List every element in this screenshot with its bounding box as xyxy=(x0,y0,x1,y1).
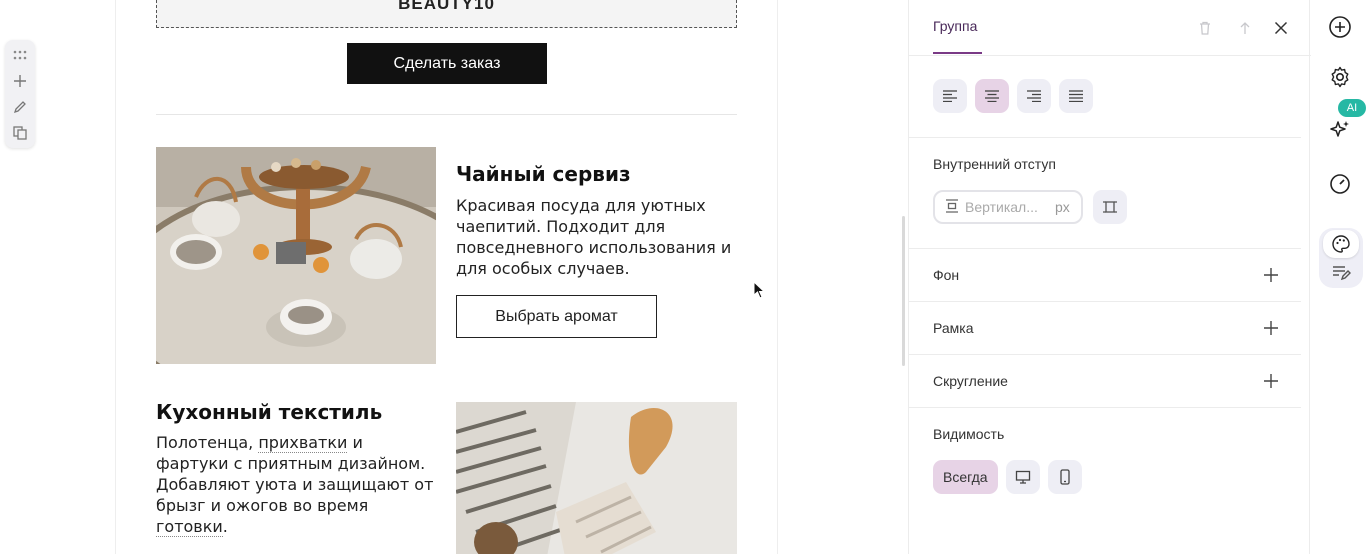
desktop-icon[interactable] xyxy=(1005,460,1040,494)
align-right-icon[interactable] xyxy=(1017,79,1051,113)
right-rail: AI xyxy=(1311,0,1370,554)
padding-placeholder: Вертикал... xyxy=(965,199,1038,215)
border-label: Рамка xyxy=(933,320,974,336)
section-divider xyxy=(909,137,1301,138)
add-block-icon[interactable] xyxy=(8,70,32,92)
tab-active-indicator xyxy=(933,52,982,54)
add-background-icon[interactable] xyxy=(1261,265,1281,285)
align-center-icon[interactable] xyxy=(975,79,1009,113)
add-rounding-icon[interactable] xyxy=(1261,371,1281,391)
mouse-cursor-icon xyxy=(753,280,766,304)
section-divider xyxy=(909,407,1301,408)
add-border-icon[interactable] xyxy=(1261,318,1281,338)
duplicate-icon[interactable] xyxy=(8,122,32,144)
divider xyxy=(156,114,737,115)
gear-icon[interactable] xyxy=(1327,64,1353,90)
ai-badge: AI xyxy=(1338,99,1366,117)
block-toolbar xyxy=(5,40,35,148)
align-left-icon[interactable] xyxy=(933,79,967,113)
desc-link[interactable]: готовки xyxy=(156,517,223,537)
kitchen-textile-image[interactable] xyxy=(456,402,737,554)
vertical-padding-input[interactable]: Вертикал... px xyxy=(933,190,1083,224)
drag-handle-icon[interactable] xyxy=(8,44,32,66)
palette-icon[interactable] xyxy=(1323,230,1359,258)
background-label: Фон xyxy=(933,267,960,283)
section-divider xyxy=(909,301,1301,302)
email-body: BEAUTY10 Сделать заказ Чайный сервиз Кра… xyxy=(115,0,778,554)
tea-set-image[interactable] xyxy=(156,147,436,364)
expand-padding-icon[interactable] xyxy=(1093,190,1127,224)
padding-unit: px xyxy=(1055,199,1070,215)
editor-canvas: BEAUTY10 Сделать заказ Чайный сервиз Кра… xyxy=(0,0,897,554)
visibility-always-button[interactable]: Всегда xyxy=(933,460,998,494)
section-divider xyxy=(909,354,1301,355)
visibility-group: Всегда xyxy=(933,460,1082,494)
settings-panel: Группа Внутренний отступ Вертикал... px … xyxy=(908,0,1311,554)
rounding-label: Скругление xyxy=(933,373,1008,389)
select-parent-icon[interactable] xyxy=(1234,17,1256,39)
product-title: Кухонный текстиль xyxy=(156,400,383,424)
desc-text: . xyxy=(222,517,228,536)
order-button[interactable]: Сделать заказ xyxy=(347,43,547,84)
design-mode-switch xyxy=(1319,228,1363,288)
panel-header: Группа xyxy=(909,0,1311,56)
tab-group[interactable]: Группа xyxy=(933,18,977,34)
add-circle-icon[interactable] xyxy=(1327,14,1353,40)
edit-pencil-icon[interactable] xyxy=(8,96,32,118)
choose-aroma-button[interactable]: Выбрать аромат xyxy=(456,295,657,338)
product-title: Чайный сервиз xyxy=(456,162,631,186)
vertical-padding-icon xyxy=(945,198,959,216)
alignment-group xyxy=(933,79,1093,113)
speedometer-icon[interactable] xyxy=(1327,170,1353,196)
padding-label: Внутренний отступ xyxy=(933,156,1056,172)
product-description: Полотенца, прихватки и фартуки с приятны… xyxy=(156,432,436,537)
mobile-icon[interactable] xyxy=(1047,460,1082,494)
desc-link[interactable]: прихватки xyxy=(258,433,348,453)
close-icon[interactable] xyxy=(1270,17,1292,39)
align-justify-icon[interactable] xyxy=(1059,79,1093,113)
promo-code-box[interactable]: BEAUTY10 xyxy=(156,0,737,28)
email-editor: BEAUTY10 Сделать заказ Чайный сервиз Кра… xyxy=(0,0,1370,554)
product-description: Красивая посуда для уютных чаепитий. Под… xyxy=(456,196,732,278)
text-edit-icon[interactable] xyxy=(1323,260,1359,286)
desc-text: Полотенца, xyxy=(156,433,259,452)
section-divider xyxy=(909,248,1301,249)
ai-sparkle-icon[interactable] xyxy=(1327,117,1353,143)
visibility-label: Видимость xyxy=(933,426,1005,442)
canvas-scrollbar[interactable] xyxy=(902,216,905,366)
trash-icon[interactable] xyxy=(1194,17,1216,39)
